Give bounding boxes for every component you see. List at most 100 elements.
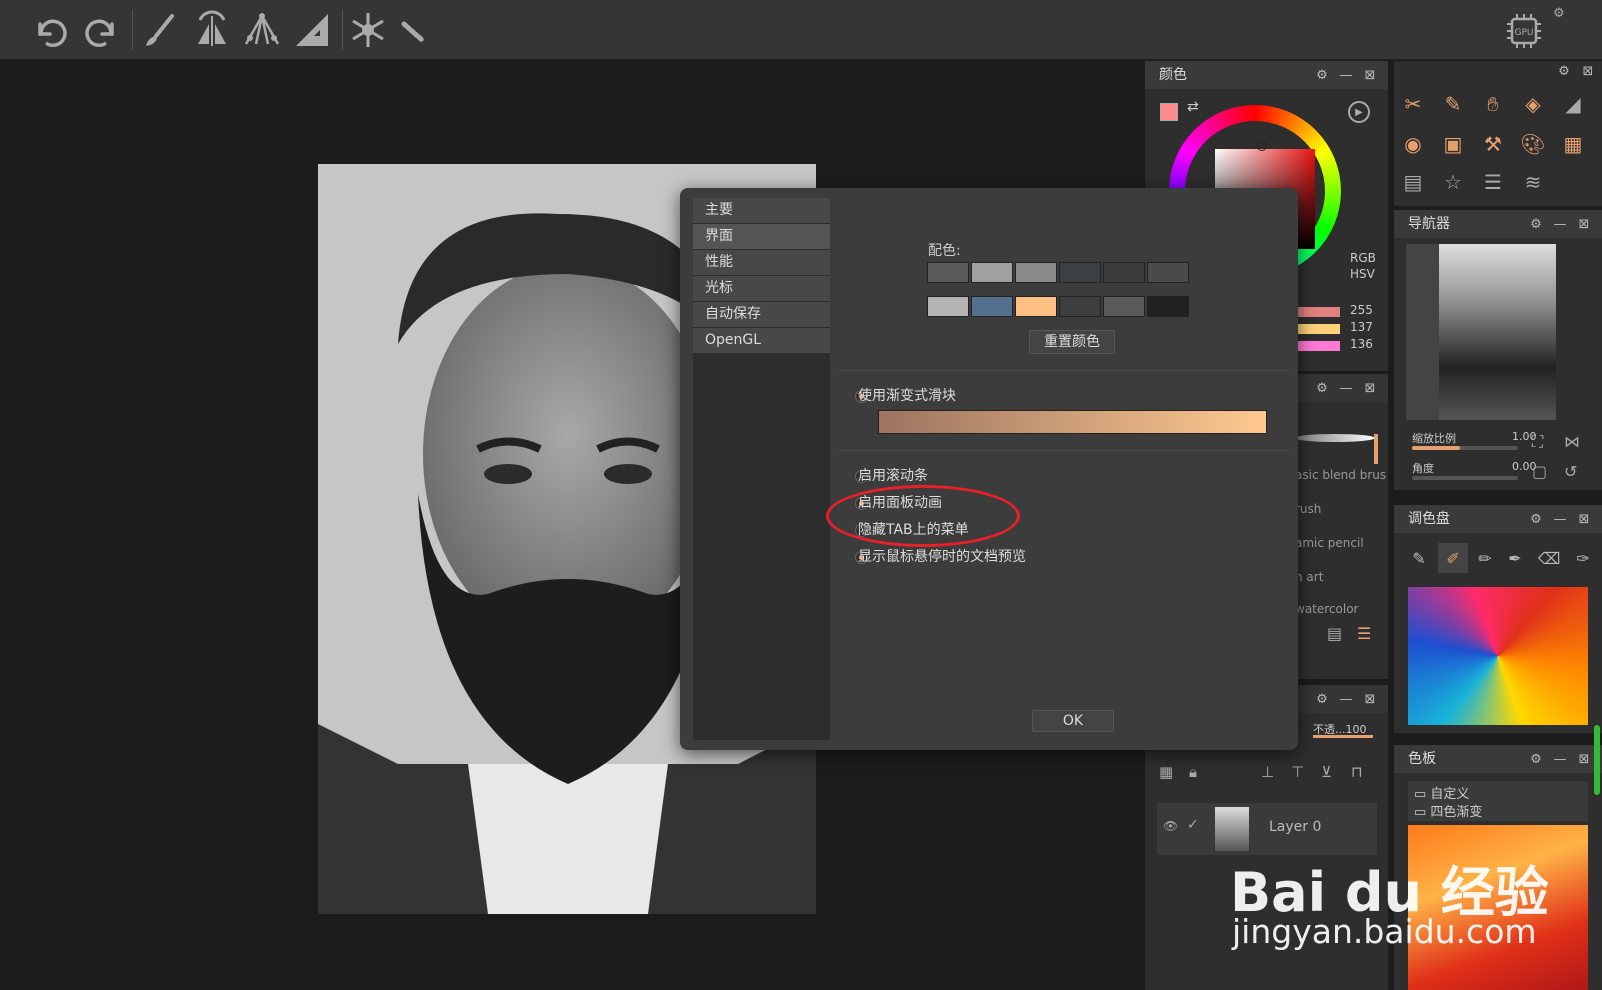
brush-item[interactable]: watercolor: [1295, 602, 1358, 616]
close-icon[interactable]: ⊠: [1362, 67, 1378, 83]
star-icon[interactable]: ☆: [1438, 167, 1468, 197]
swap-colors-icon[interactable]: ⇄: [1187, 99, 1199, 115]
brush-tool-icon[interactable]: ✎: [1404, 543, 1434, 573]
reset-rotation-icon[interactable]: ↺: [1564, 462, 1577, 481]
play-icon[interactable]: ▶: [1348, 101, 1370, 123]
close-icon[interactable]: ⊠: [1576, 511, 1592, 527]
hsv-mode-label[interactable]: HSV: [1350, 267, 1375, 281]
gear-icon[interactable]: ⚙: [1314, 67, 1330, 83]
rgb-mode-label[interactable]: RGB: [1350, 251, 1376, 265]
pen-small-icon[interactable]: [392, 8, 436, 52]
lock-icon[interactable]: 🔒︎: [1189, 763, 1197, 781]
scheme-swatch[interactable]: [971, 296, 1013, 317]
green-value[interactable]: 137: [1350, 320, 1373, 334]
scheme-swatch[interactable]: [1147, 296, 1189, 317]
brush-item[interactable]: n art: [1295, 570, 1323, 584]
layers-icon[interactable]: ◈: [1518, 89, 1548, 119]
brush-item[interactable]: rush: [1295, 502, 1321, 516]
scheme-swatch[interactable]: [927, 262, 969, 283]
foreground-color-swatch[interactable]: [1160, 103, 1178, 121]
tools-icon[interactable]: ✂: [1398, 89, 1428, 119]
gear-icon[interactable]: ⚙: [1314, 380, 1330, 396]
brush-item[interactable]: amic pencil: [1295, 536, 1364, 550]
gradient-slider-preview[interactable]: [878, 410, 1267, 434]
minimize-icon[interactable]: —: [1338, 67, 1354, 83]
list-icon[interactable]: ☰: [1478, 167, 1508, 197]
nav-item-main[interactable]: 主要: [693, 198, 830, 223]
gear-icon[interactable]: ⚙: [1528, 216, 1544, 232]
close-icon[interactable]: ⊠: [1580, 63, 1596, 79]
scheme-swatch[interactable]: [1015, 262, 1057, 283]
smudge-icon[interactable]: ✒: [1500, 543, 1530, 573]
gradient-icon[interactable]: ◢: [1558, 89, 1588, 119]
symmetry-icon[interactable]: [190, 8, 234, 52]
close-icon[interactable]: ⊠: [1576, 751, 1592, 767]
minimize-icon[interactable]: —: [1338, 691, 1354, 707]
picker-icon[interactable]: ✑: [1568, 543, 1598, 573]
redo-icon[interactable]: [80, 8, 124, 52]
folder-item[interactable]: ▭ 四色渐变: [1414, 801, 1482, 820]
nav-item-cursor[interactable]: 光标: [693, 276, 830, 301]
close-icon[interactable]: ⊠: [1362, 380, 1378, 396]
nav-item-opengl[interactable]: OpenGL: [693, 328, 830, 353]
scheme-swatch[interactable]: [971, 262, 1013, 283]
brush-item[interactable]: asic blend brus: [1295, 468, 1386, 482]
minimize-icon[interactable]: —: [1338, 380, 1354, 396]
red-value[interactable]: 255: [1350, 303, 1373, 317]
ok-button[interactable]: OK: [1032, 710, 1114, 732]
nav-item-autosave[interactable]: 自动保存: [693, 302, 830, 327]
actual-size-icon[interactable]: ▢: [1532, 462, 1547, 481]
merge-icon[interactable]: ⊻: [1321, 763, 1332, 781]
swatch-grid-icon[interactable]: ▦: [1558, 129, 1588, 159]
zoom-slider[interactable]: [1412, 446, 1518, 450]
gear-icon[interactable]: ⚙: [1528, 511, 1544, 527]
notes-icon[interactable]: ▤: [1398, 167, 1428, 197]
scheme-swatch[interactable]: [1059, 262, 1101, 283]
close-icon[interactable]: ⊠: [1576, 216, 1592, 232]
opacity-slider[interactable]: [1313, 735, 1373, 738]
gear-icon[interactable]: ⚙: [1556, 63, 1572, 79]
scheme-swatch[interactable]: [1103, 296, 1145, 317]
gear-icon[interactable]: ⚙: [1528, 751, 1544, 767]
hand-icon[interactable]: ✋︎: [1478, 89, 1508, 119]
align-icon[interactable]: ⊥: [1261, 763, 1274, 781]
image-icon[interactable]: ▣: [1438, 129, 1468, 159]
mixer-brush-icon[interactable]: ✐: [1438, 543, 1468, 573]
gpu-icon[interactable]: GPU: [1505, 12, 1543, 50]
layers-stack-icon[interactable]: ≋: [1518, 167, 1548, 197]
visibility-icon[interactable]: 👁︎: [1163, 819, 1178, 833]
nav-item-performance[interactable]: 性能: [693, 250, 830, 275]
minimize-icon[interactable]: —: [1552, 751, 1568, 767]
nav-item-interface[interactable]: 界面: [693, 224, 830, 249]
perspective-icon[interactable]: [240, 8, 284, 52]
scheme-swatch[interactable]: [1103, 262, 1145, 283]
angle-slider[interactable]: [1412, 476, 1518, 480]
flip-icon[interactable]: ⊓: [1351, 763, 1363, 781]
brush-icon[interactable]: [138, 8, 182, 52]
minimize-icon[interactable]: —: [1552, 511, 1568, 527]
mixing-canvas[interactable]: [1408, 587, 1588, 725]
checkmark-icon[interactable]: ✓: [1187, 817, 1199, 833]
transparency-lock-icon[interactable]: ▦: [1159, 763, 1173, 781]
fit-view-icon[interactable]: ⛶: [1532, 432, 1543, 452]
palette-icon[interactable]: 🎨︎: [1518, 129, 1548, 159]
color-picker-cursor[interactable]: [1257, 141, 1267, 151]
scheme-swatch[interactable]: [1015, 296, 1057, 317]
close-icon[interactable]: ⊠: [1362, 691, 1378, 707]
blend-brush-icon[interactable]: ✏: [1470, 543, 1500, 573]
layer-name[interactable]: Layer 0: [1269, 819, 1321, 835]
minimize-icon[interactable]: —: [1552, 216, 1568, 232]
navigator-preview[interactable]: [1406, 244, 1556, 420]
brush-list-icon[interactable]: ☰: [1357, 624, 1371, 643]
brush-grid-icon[interactable]: ▤: [1327, 624, 1342, 643]
ruler-icon[interactable]: [290, 8, 334, 52]
folder-item[interactable]: ▭ 自定义: [1414, 783, 1469, 802]
scheme-swatch[interactable]: [1147, 262, 1189, 283]
reset-colors-button[interactable]: 重置颜色: [1029, 330, 1115, 354]
eraser-icon[interactable]: ⌫: [1534, 543, 1564, 573]
snowflake-icon[interactable]: [346, 8, 390, 52]
blue-value[interactable]: 136: [1350, 337, 1373, 351]
scheme-swatch[interactable]: [1059, 296, 1101, 317]
gear-icon[interactable]: ⚙: [1314, 691, 1330, 707]
gear-icon[interactable]: ⚙: [1553, 6, 1565, 21]
